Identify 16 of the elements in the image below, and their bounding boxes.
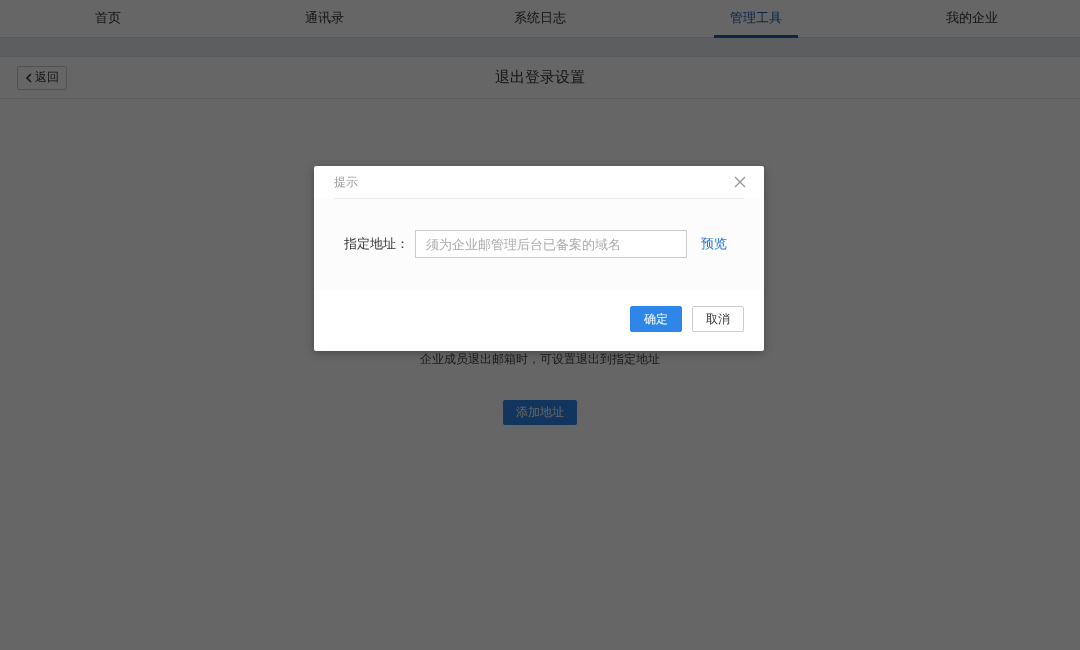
add-address-button[interactable]: 添加地址 [503,400,577,425]
description-text: 企业成员退出邮箱时，可设置退出到指定地址 [420,351,660,368]
nav-tab[interactable]: 通讯录 [288,0,360,38]
nav-tab[interactable]: 我的企业 [930,0,1014,38]
nav-tab[interactable]: 系统日志 [498,0,582,38]
close-icon[interactable] [734,176,746,188]
page-title: 退出登录设置 [495,68,585,87]
cancel-button[interactable]: 取消 [692,306,744,332]
field-label: 指定地址： [344,235,409,253]
address-field[interactable]: 须为企业邮管理后台已备案的域名 [415,230,687,258]
preview-link[interactable]: 预览 [701,235,727,253]
back-button[interactable]: 返回 [17,65,67,90]
dialog-title: 提示 [334,173,358,191]
chevron-left-icon [25,72,33,83]
nav-tab[interactable]: 首页 [79,0,137,38]
confirm-button[interactable]: 确定 [630,306,682,332]
